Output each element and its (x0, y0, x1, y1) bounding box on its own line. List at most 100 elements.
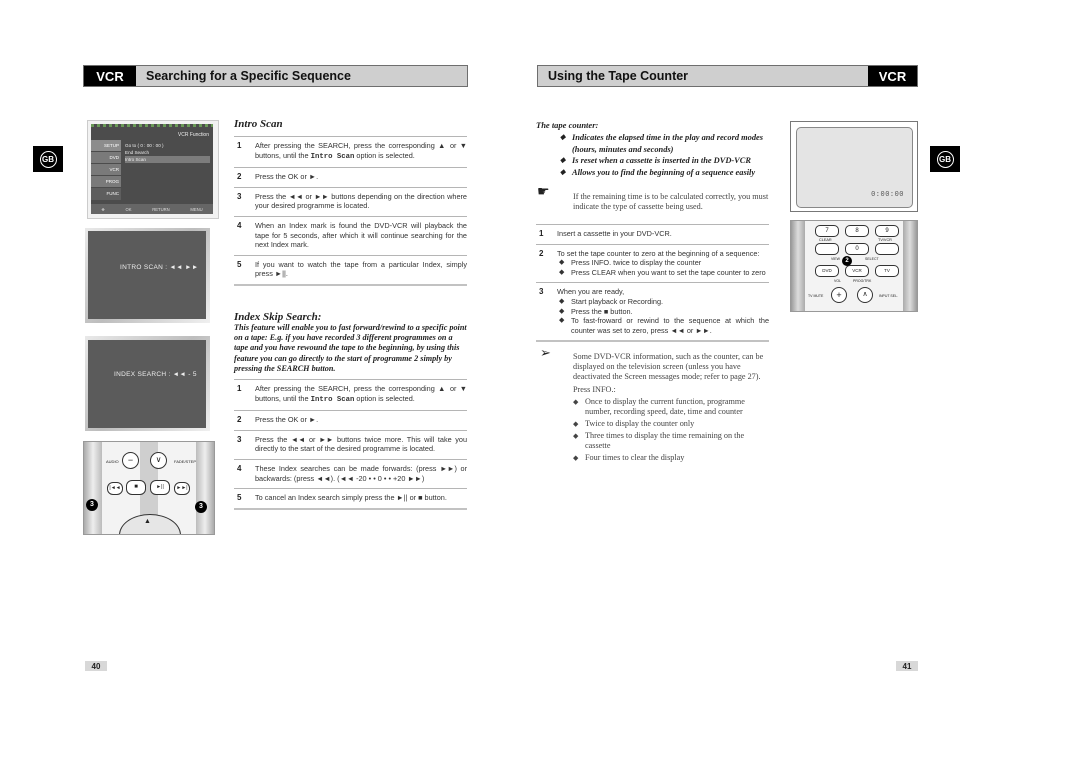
menu-footer-icon: ✥ (101, 206, 105, 212)
remote-illustration-right: 7 8 9 CLEAR TV/VCR 0 VIEW SELECT DVD VCR… (790, 220, 918, 312)
press-info-label: Press INFO.: (573, 385, 616, 394)
vol-label: VOL (834, 279, 842, 283)
bullet-item: ◆ Is reset when a cassette is inserted in… (560, 156, 751, 166)
page-title: Searching for a Specific Sequence (146, 69, 351, 83)
menu-tab-setup: SETUP (91, 140, 121, 152)
hand-note: If the remaining time is to be calculate… (573, 192, 769, 211)
callout-3-left: 3 (86, 499, 98, 511)
tv-mute-label: TV MUTE (808, 294, 824, 298)
index-step-4: 4 These Index searches can be made forwa… (234, 458, 467, 488)
index-skip-heading: Index Skip Search: (234, 311, 322, 323)
intro-scan-heading: Intro Scan (234, 118, 283, 130)
tv-button: TV (875, 265, 899, 277)
press-info-bullets: ◆ Once to display the current function, p… (573, 397, 769, 463)
left-header-bar: VCR Searching for a Specific Sequence (83, 65, 468, 87)
tape-counter-heading: The tape counter: (536, 120, 599, 130)
section-tag: VCR (84, 66, 136, 86)
bullet-item: ◆ Three times to display the time remaini… (573, 431, 745, 450)
index-step-3: 3 Press the ◄◄ or ►► buttons twice more.… (234, 429, 467, 459)
language-badge-left: GB (33, 146, 63, 172)
tv-vcr-label: TV/VCR (878, 238, 892, 242)
gb-badge-text: GB (39, 150, 57, 168)
menu-item-end-search: End Search (125, 150, 150, 155)
menu-tab-prog: PROG (91, 176, 121, 188)
callout-2: 2 (842, 256, 852, 266)
prog-trk-label: PROG/TRK (853, 279, 872, 283)
key-8: 8 (845, 225, 869, 237)
vcr-function-menu-screen: VCR Function SETUP DVD VCR PROG FUNC Go … (87, 120, 219, 219)
index-search-screen: INDEX SEARCH : ◄◄ - 5 (88, 340, 206, 428)
section-tag-right: VCR (868, 66, 917, 86)
play-pause-button-icon: ►|| (150, 480, 170, 495)
forward-skip-button-icon: ►►| (174, 482, 190, 495)
intro-scan-steps: 1 After pressing the SEARCH, press the c… (234, 136, 467, 286)
callout-3-right: 3 (195, 501, 207, 513)
fade-step-label: FADE/STEP (174, 459, 197, 464)
bullet-item: ◆ Allows you to find the beginning of a s… (560, 167, 756, 177)
intro-step-4: 4 When an Index mark is found the DVD-VC… (234, 215, 467, 255)
clear-label: CLEAR (819, 238, 832, 242)
down-button-icon: ∨ (150, 452, 167, 469)
counter-screen: 0:00:00 (796, 127, 913, 208)
menu-footer: ✥ OK RETURN MENU (91, 204, 213, 214)
counter-screen-frame: 0:00:00 (790, 121, 918, 212)
page-title-right: Using the Tape Counter (548, 69, 689, 83)
intro-step-5: 5 If you want to watch the tape from a p… (234, 254, 467, 284)
intro-step-2: 2 Press the OK or ►. (234, 167, 467, 187)
counter-step-2: 2 To set the tape counter to zero at the… (536, 243, 769, 283)
key-7: 7 (815, 225, 839, 237)
bullet-item: ◆ Indicates the elapsed time in the play … (560, 133, 763, 154)
counter-step-3: 3 When you are ready, ◆ Start playback or… (536, 282, 769, 340)
gb-badge-text: GB (936, 150, 954, 168)
audio-label: AUDIO (106, 459, 119, 464)
up-arrow-icon: ▲ (144, 518, 151, 525)
input-sel-label: INPUT SEL. (879, 294, 898, 298)
arrow-note-icon: ➢ (540, 345, 551, 360)
menu-tab-vcr: VCR (91, 164, 121, 176)
counter-step-1: 1 Insert a cassette in your DVD-VCR. (536, 224, 769, 244)
counter-value: 0:00:00 (871, 191, 904, 199)
menu-tab-dvd: DVD (91, 152, 121, 164)
bullet-item: ◆ Once to display the current function, p… (573, 397, 745, 416)
view-label: VIEW (831, 257, 840, 261)
page-number-left: 40 (85, 661, 107, 671)
remote-illustration-left: AUDIO FADE/STEP − ∨ |◄◄ ■ ►|| ►►| 3 3 ▲ (83, 441, 215, 535)
vcr-button: VCR (845, 265, 869, 277)
divider (536, 340, 769, 343)
intro-scan-screen: INTRO SCAN : ◄◄ ►► (88, 231, 206, 319)
bullet-item: ◆ Four times to clear the display (573, 453, 685, 462)
menu-tab-func: FUNC (91, 188, 121, 200)
language-badge-right: GB (930, 146, 960, 172)
tape-counter-steps: 1 Insert a cassette in your DVD-VCR. 2 T… (536, 224, 769, 343)
index-skip-steps: 1 After pressing the SEARCH, press the c… (234, 379, 467, 510)
intro-scan-osd-text: INTRO SCAN : ◄◄ ►► (120, 264, 199, 271)
right-header-bar: Using the Tape Counter VCR (537, 65, 918, 87)
minus-button-icon: − (122, 452, 139, 469)
menu-item-intro-scan: Intro Scan (125, 156, 210, 163)
dvd-button: DVD (815, 265, 839, 277)
tape-counter-bullets: ◆ Indicates the elapsed time in the play … (560, 132, 770, 178)
bullet-item: ◆ Twice to display the counter only (573, 419, 695, 428)
prog-up-button-icon: ∧ (857, 287, 873, 303)
divider (234, 283, 467, 286)
pointing-hand-icon: ☛ (537, 183, 550, 199)
intro-step-3: 3 Press the ◄◄ or ►► buttons depending o… (234, 186, 467, 216)
menu-item-goto: Go to ( 0 : 00 : 00 ) (125, 143, 164, 148)
arrow-note: Some DVD-VCR information, such as the co… (573, 352, 764, 381)
menu-header: VCR Function (177, 132, 209, 138)
index-skip-intro: This feature will enable you to fast for… (234, 323, 467, 373)
key-0: 0 (845, 243, 869, 255)
stop-button-icon: ■ (126, 480, 146, 495)
tv-vcr-button (875, 243, 899, 255)
index-search-osd-text: INDEX SEARCH : ◄◄ - 5 (114, 371, 197, 378)
select-label: SELECT (865, 257, 879, 261)
page-number-right: 41 (896, 661, 918, 671)
divider (234, 507, 467, 510)
index-step-1: 1 After pressing the SEARCH, press the c… (234, 379, 467, 410)
index-step-2: 2 Press the OK or ►. (234, 410, 467, 430)
index-step-5: 5 To cancel an Index search simply press… (234, 488, 467, 508)
clear-button (815, 243, 839, 255)
rewind-skip-button-icon: |◄◄ (107, 482, 123, 495)
key-9: 9 (875, 225, 899, 237)
intro-step-1: 1 After pressing the SEARCH, press the c… (234, 136, 467, 167)
